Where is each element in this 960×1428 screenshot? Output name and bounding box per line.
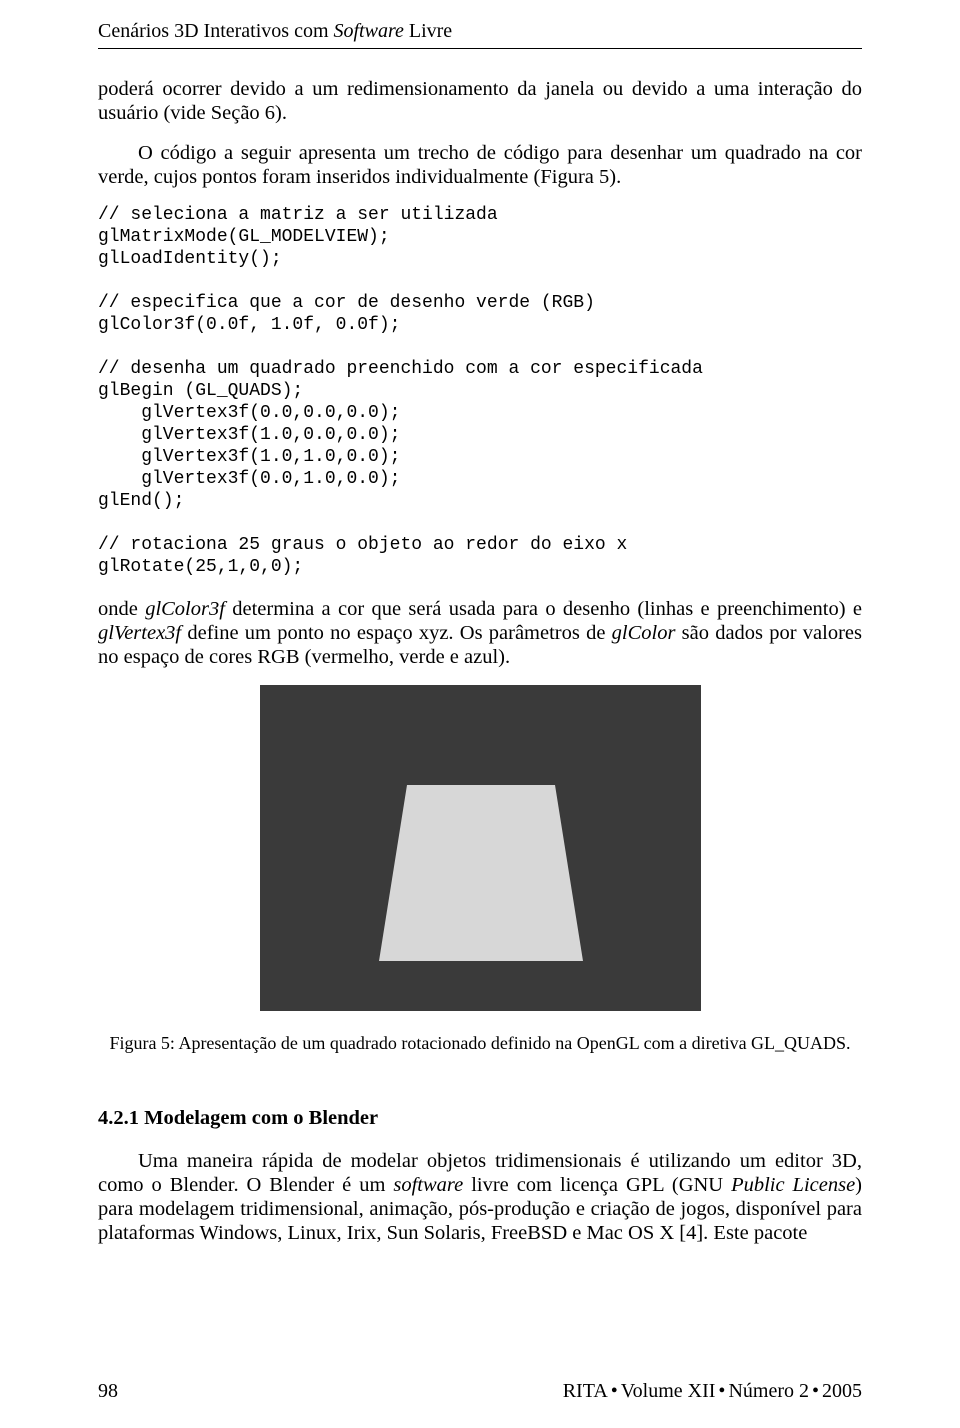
- p4-b: software: [393, 1174, 463, 1196]
- p3-a: onde: [98, 598, 145, 620]
- p4-d: Public License: [731, 1174, 855, 1196]
- p3-e: define um ponto no espaço xyz. Os parâme…: [181, 622, 612, 644]
- p3-c: determina a cor que será usada para o de…: [225, 598, 862, 620]
- footer-volume: Volume XII: [621, 1380, 716, 1402]
- figure-caption: Figura 5: Apresentação de um quadrado ro…: [98, 1033, 862, 1084]
- figure-5: [98, 685, 862, 1011]
- running-header: Cenários 3D Interativos com Software Liv…: [98, 20, 862, 49]
- section-number: 4.2.1: [98, 1107, 139, 1129]
- p4-c: livre com licença GPL (GNU: [463, 1174, 731, 1196]
- section-title: Modelagem com o Blender: [144, 1107, 378, 1129]
- page-number: 98: [98, 1380, 118, 1404]
- paragraph-4: Uma maneira rápida de modelar objetos tr…: [98, 1149, 862, 1246]
- figure-canvas: [260, 685, 701, 1011]
- footer-year: 2005: [822, 1380, 862, 1402]
- footer-issue: Número 2: [728, 1380, 809, 1402]
- paragraph-2: O código a seguir apresenta um trecho de…: [98, 141, 862, 189]
- rotated-quad-icon: [379, 785, 583, 961]
- page-footer: 98 RITA•Volume XII•Número 2•2005: [98, 1380, 862, 1404]
- footer-journal: RITA: [563, 1380, 608, 1402]
- footer-citation: RITA•Volume XII•Número 2•2005: [563, 1380, 862, 1404]
- bullet-icon: •: [715, 1380, 728, 1402]
- paragraph-1: poderá ocorrer devido a um redimensionam…: [98, 77, 862, 125]
- section-heading: 4.2.1 Modelagem com o Blender: [98, 1106, 862, 1130]
- page-content: Cenários 3D Interativos com Software Liv…: [0, 0, 960, 1245]
- code-block: // seleciona a matriz a ser utilizada gl…: [98, 205, 862, 578]
- bullet-icon: •: [809, 1380, 822, 1402]
- header-title-b: Software: [334, 20, 404, 42]
- paragraph-3: onde glColor3f determina a cor que será …: [98, 597, 862, 670]
- header-title-c: Livre: [404, 20, 452, 42]
- bullet-icon: •: [608, 1380, 621, 1402]
- p3-b: glColor3f: [145, 598, 225, 620]
- p3-f: glColor: [612, 622, 676, 644]
- p3-d: glVertex3f: [98, 622, 181, 644]
- header-title-a: Cenários 3D Interativos com: [98, 20, 334, 42]
